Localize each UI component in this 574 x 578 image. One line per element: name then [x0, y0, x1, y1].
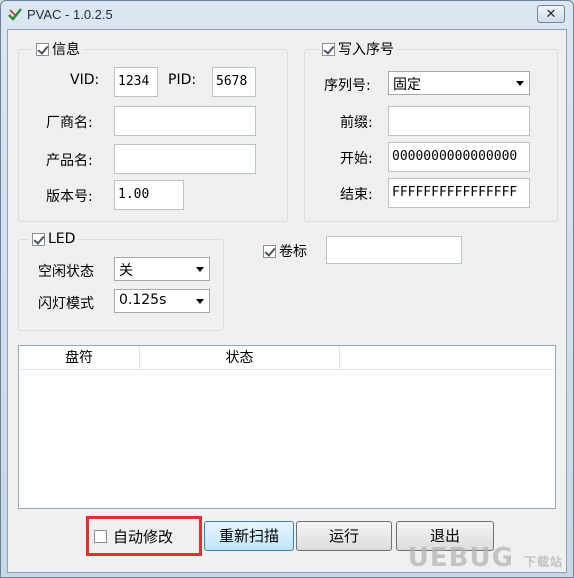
rescan-button[interactable]: 重新扫描 [204, 521, 294, 551]
info-group-legend[interactable]: 信息 [33, 40, 83, 58]
serial-checkbox[interactable] [322, 42, 335, 56]
serial-group-legend[interactable]: 写入序号 [319, 40, 397, 58]
volume-toggle[interactable]: 卷标 [260, 242, 310, 260]
run-button[interactable]: 运行 [296, 521, 392, 551]
serial-mode-value: 固定 [393, 77, 421, 93]
app-logo-icon [8, 8, 22, 21]
volume-label: 卷标 [279, 244, 307, 260]
site-watermark: UEBUG 下载站 [408, 543, 563, 573]
idle-state-select[interactable]: 关 [114, 257, 210, 281]
close-button[interactable]: ✕ [537, 5, 565, 23]
blink-mode-select[interactable]: 0.125s [114, 289, 210, 313]
serial-mode-select[interactable]: 固定 [388, 71, 530, 95]
column-header-status[interactable]: 状态 [140, 346, 340, 370]
led-checkbox[interactable] [32, 232, 45, 246]
led-group: LED [18, 230, 224, 331]
chevron-down-icon [516, 81, 524, 86]
product-label: 产品名: [46, 153, 93, 169]
column-header-drive[interactable]: 盘符 [19, 346, 140, 370]
auto-modify-toggle[interactable]: 自动修改 [94, 526, 173, 547]
product-field[interactable] [114, 144, 256, 174]
vendor-label: 厂商名: [46, 115, 93, 131]
main-panel: 信息 VID: 1234 PID: 5678 厂商名: 产品名: 版本号: 1.… [7, 29, 567, 573]
vid-field[interactable]: 1234 [114, 67, 158, 97]
auto-modify-label: 自动修改 [113, 528, 174, 546]
info-group-label: 信息 [52, 42, 80, 58]
prefix-label: 前缀: [340, 115, 373, 131]
volume-field[interactable] [326, 236, 462, 264]
watermark-text: UEBUG [407, 543, 514, 573]
serial-mode-label: 序列号: [324, 78, 371, 94]
start-field[interactable]: 0000000000000000 [388, 142, 530, 172]
vendor-field[interactable] [114, 106, 256, 136]
watermark-suffix: 下载站 [523, 555, 563, 569]
blink-mode-value: 0.125s [119, 292, 167, 308]
end-label: 结束: [340, 187, 373, 203]
app-window: PVAC - 1.0.2.5 ✕ 信息 VID: 1234 PID: 5678 … [0, 0, 574, 578]
chevron-down-icon [196, 267, 204, 272]
volume-checkbox[interactable] [263, 244, 276, 258]
led-group-legend[interactable]: LED [29, 230, 79, 248]
idle-state-value: 关 [119, 263, 133, 279]
vid-label: VID: [70, 72, 100, 88]
chevron-down-icon [196, 299, 204, 304]
title-bar[interactable]: PVAC - 1.0.2.5 ✕ [1, 1, 573, 29]
idle-state-label: 空闲状态 [38, 264, 94, 280]
prefix-field[interactable] [388, 106, 530, 136]
blink-mode-label: 闪灯模式 [38, 296, 94, 312]
list-header: 盘符 状态 [19, 346, 555, 370]
pid-label: PID: [168, 72, 197, 88]
drive-list[interactable]: 盘符 状态 [18, 345, 556, 509]
end-field[interactable]: FFFFFFFFFFFFFFFF [388, 178, 530, 208]
info-checkbox[interactable] [36, 42, 49, 56]
version-field[interactable]: 1.00 [114, 180, 184, 210]
serial-group-label: 写入序号 [338, 42, 394, 58]
window-title: PVAC - 1.0.2.5 [27, 7, 113, 22]
led-group-label: LED [48, 231, 76, 247]
pid-field[interactable]: 5678 [212, 67, 256, 97]
auto-modify-checkbox[interactable] [94, 530, 107, 543]
start-label: 开始: [340, 151, 373, 167]
version-label: 版本号: [46, 189, 93, 205]
